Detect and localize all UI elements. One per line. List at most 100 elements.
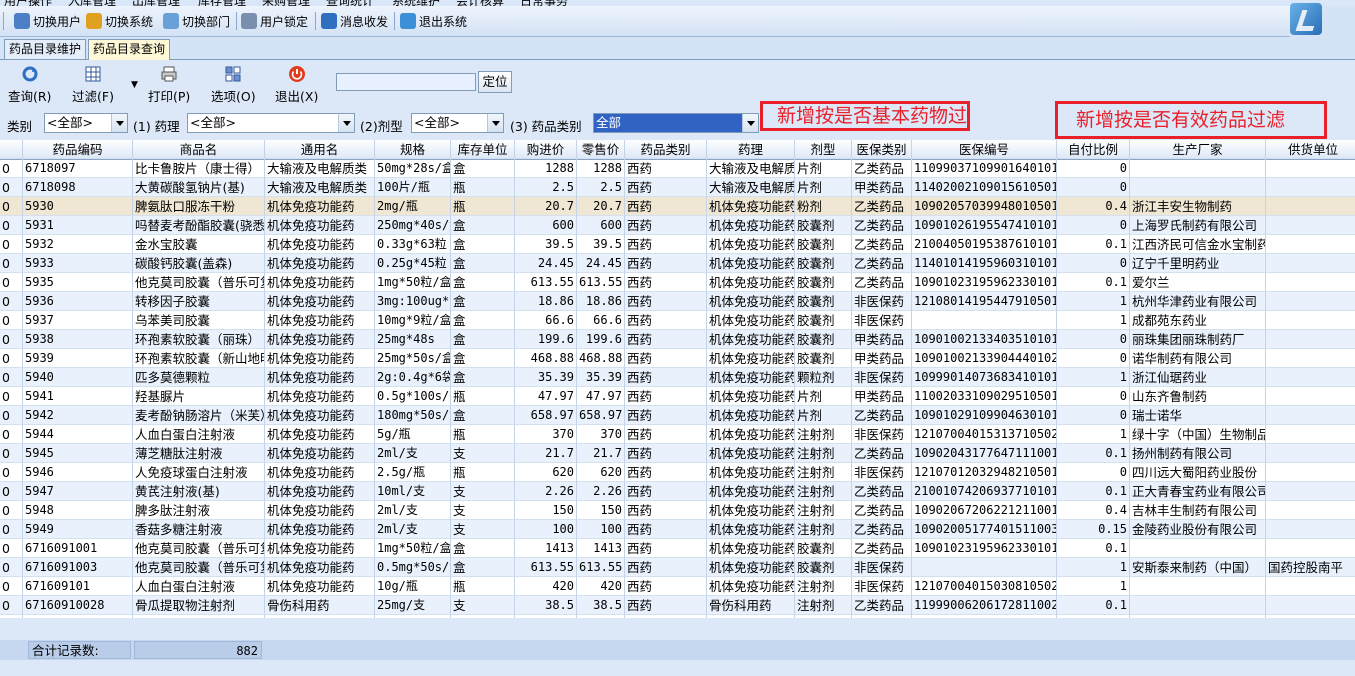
table-cell bbox=[1266, 463, 1355, 482]
column-header[interactable]: 剂型 bbox=[795, 140, 852, 159]
toolbar-button[interactable]: 切换系统 bbox=[86, 11, 153, 31]
table-row[interactable]: 0 6718097 比卡鲁胺片（康士得） 大输液及电解质类 50mg*28s/盒盒 128… bbox=[0, 159, 1355, 178]
column-header[interactable]: 生产厂家 bbox=[1130, 140, 1266, 159]
table-cell: 0 bbox=[0, 596, 23, 615]
table-cell: 613.55 bbox=[515, 558, 577, 577]
table-row[interactable]: 05942麦考酚钠肠溶片（米芙）机体免疫功能药180mg*50s/盒盒658.9… bbox=[0, 406, 1355, 425]
table-cell bbox=[1266, 539, 1355, 558]
table-cell bbox=[1266, 311, 1355, 330]
table-cell: 机体免疫功能药 bbox=[265, 463, 375, 482]
table-row[interactable]: 0 5933 碳酸钙胶囊(盖森) 机体免疫功能药 0.25g*45粒盒 24.45 24.4… bbox=[0, 254, 1355, 273]
column-header[interactable]: 商品名 bbox=[133, 140, 265, 159]
table-row[interactable]: 05935他克莫司胶囊（普乐可复）机体免疫功能药1mg*50粒/盒盒613.55… bbox=[0, 273, 1355, 292]
table-cell: 11002033109029510501 bbox=[912, 387, 1057, 406]
table-cell: 2.26 bbox=[515, 482, 577, 501]
table-cell: 胶囊剂 bbox=[795, 254, 852, 273]
table-cell: 西药 bbox=[625, 159, 707, 178]
table-cell: 西药 bbox=[625, 235, 707, 254]
table-cell: 西药 bbox=[625, 406, 707, 425]
table-cell: 5945 bbox=[23, 444, 133, 463]
table-cell: 35.39 bbox=[577, 368, 625, 387]
table-row[interactable]: 05936转移因子胶囊机体免疫功能药3mg:100ug*24盒18.8618.8… bbox=[0, 292, 1355, 311]
table-row[interactable]: 0 5940 匹多莫德颗粒 机体免疫功能药 2g:0.4g*6袋盒 35.39 35.39 西… bbox=[0, 368, 1355, 387]
user-lock-icon bbox=[241, 13, 257, 29]
column-header[interactable]: 药理 bbox=[707, 140, 795, 159]
table-cell: 机体免疫功能药 bbox=[707, 577, 795, 596]
toolbar-button-label: 切换系统 bbox=[105, 14, 154, 29]
table-row[interactable]: 0 5945 薄芝糖肽注射液 机体免疫功能药 2ml/支支 21.7 21.7 西药 机体免疫功… bbox=[0, 444, 1355, 463]
column-header[interactable]: 通用名 bbox=[265, 140, 375, 159]
table-cell: 0 bbox=[0, 539, 23, 558]
query-button[interactable]: 查询(R) bbox=[8, 65, 51, 105]
table-cell: 12107004015030810502 bbox=[912, 577, 1057, 596]
table-cell: 他克莫司胶囊（普乐可复） bbox=[133, 273, 265, 292]
column-header[interactable]: 库存单位 bbox=[451, 140, 515, 159]
filter-dropdown-arrow-icon[interactable]: ▼ bbox=[131, 80, 138, 90]
table-cell: 机体免疫功能药 bbox=[707, 330, 795, 349]
table-row[interactable]: 0 5948 脾多肽注射液 机体免疫功能药 2ml/支支 150 150 西药 机体免疫功能药注… bbox=[0, 501, 1355, 520]
column-header[interactable]: 药品编码 bbox=[23, 140, 133, 159]
table-row[interactable]: 0 5946 人免疫球蛋白注射液 机体免疫功能药 2.5g/瓶瓶 620 620 西药 机体免疫… bbox=[0, 463, 1355, 482]
table-cell: 丽珠集团丽珠制药厂 bbox=[1130, 330, 1266, 349]
toolbar-button[interactable]: 用户锁定 bbox=[241, 11, 308, 31]
dosage-form-select[interactable]: <全部> bbox=[411, 113, 504, 133]
locate-search-input[interactable] bbox=[336, 73, 476, 91]
table-cell: 1 bbox=[1057, 558, 1130, 577]
table-row[interactable]: 0 671609101 人血白蛋白注射液 机体免疫功能药 10g/瓶瓶 420 420 西药机… bbox=[0, 577, 1355, 596]
drug-catalog-table: 药品编码 商品名 通用名 规格 库存单位 购进价 零售价 药品类别 药理 剂型 医保类别 医保编号 自付… bbox=[0, 140, 1355, 618]
table-cell: 25mg*50s/盒 bbox=[375, 349, 451, 368]
table-cell: 骨伤科用药 bbox=[265, 615, 375, 618]
table-row[interactable]: 0 5930 脾氨肽口服冻干粉 机体免疫功能药 2mg/瓶瓶 20.7 20.7 西药 机体免疫… bbox=[0, 197, 1355, 216]
table-row[interactable]: 06716091003他克莫司胶囊（普乐可复）机体免疫功能药0.5mg*50s/… bbox=[0, 558, 1355, 577]
toolbar-button[interactable]: 切换部门 bbox=[163, 11, 230, 31]
column-header[interactable]: 规格 bbox=[375, 140, 451, 159]
table-row[interactable]: 0 5932 金水宝胶囊 机体免疫功能药 0.33g*63粒盒 39.5 39.5 西药 机体免… bbox=[0, 235, 1355, 254]
table-cell: 10901023195962330101 bbox=[912, 273, 1057, 292]
toolbar-button[interactable]: 切换用户 bbox=[14, 11, 81, 31]
exit-button[interactable]: 退出(X) bbox=[275, 65, 318, 105]
table-row[interactable]: 05931吗替麦考酚酯胶囊(骁悉)机体免疫功能药250mg*40s/盒盒6006… bbox=[0, 216, 1355, 235]
print-button[interactable]: 打印(P) bbox=[148, 65, 190, 105]
table-row[interactable]: 0 5937 乌苯美司胶囊 机体免疫功能药 10mg*9粒/盒盒 66.6 66.6 西药 机体… bbox=[0, 311, 1355, 330]
table-row[interactable]: 0 5944 人血白蛋白注射液 机体免疫功能药 5g/瓶瓶 370 370 西药 机体免疫功能药… bbox=[0, 425, 1355, 444]
column-header[interactable]: 医保编号 bbox=[912, 140, 1057, 159]
table-row[interactable]: 07853020005testdd骨伤科用药1*1支11西药骨伤科用药注射剂非医… bbox=[0, 615, 1355, 618]
table-row[interactable]: 05939环孢素软胶囊（新山地明）机体免疫功能药25mg*50s/盒盒468.8… bbox=[0, 349, 1355, 368]
table-cell: 大黄碳酸氢钠片(基) bbox=[133, 178, 265, 197]
table-row[interactable]: 05941羟基脲片机体免疫功能药0.5g*100s/瓶瓶47.9747.97西药… bbox=[0, 387, 1355, 406]
column-header[interactable]: 零售价 bbox=[577, 140, 625, 159]
drug-type-select[interactable]: 全部 bbox=[593, 113, 759, 133]
table-cell: 西药 bbox=[625, 254, 707, 273]
table-row[interactable]: 0 67160910028 骨瓜提取物注射剂 骨伤科用药 25mg/支支 38.5 38.5… bbox=[0, 596, 1355, 615]
table-cell: 机体免疫功能药 bbox=[707, 387, 795, 406]
table-cell bbox=[1266, 330, 1355, 349]
table-cell: 0 bbox=[1057, 216, 1130, 235]
toolbar-button[interactable]: 退出系统 bbox=[400, 11, 467, 31]
table-cell: 机体免疫功能药 bbox=[265, 520, 375, 539]
column-header[interactable]: 医保类别 bbox=[852, 140, 912, 159]
table-row[interactable]: 06716091001他克莫司胶囊（普乐可复）机体免疫功能药1mg*50粒/盒盒… bbox=[0, 539, 1355, 558]
table-cell: 羟基脲片 bbox=[133, 387, 265, 406]
table-row[interactable]: 0 5938 环孢素软胶囊（丽珠） 机体免疫功能药 25mg*48s 盒 199.6 199.… bbox=[0, 330, 1355, 349]
table-row[interactable]: 0 5947 黄芪注射液(基) 机体免疫功能药 10ml/支支 2.26 2.26 西药 机体免… bbox=[0, 482, 1355, 501]
pharmacology-select[interactable]: <全部> bbox=[187, 113, 355, 133]
column-header[interactable]: 购进价 bbox=[515, 140, 577, 159]
table-row[interactable]: 0 6718098 大黄碳酸氢钠片(基) 大输液及电解质类 100片/瓶瓶 2.5 2.5 西… bbox=[0, 178, 1355, 197]
filter-button[interactable]: 过滤(F) bbox=[72, 65, 114, 105]
column-header[interactable]: 自付比例 bbox=[1057, 140, 1130, 159]
table-cell: 35.39 bbox=[515, 368, 577, 387]
table-cell: 1413 bbox=[515, 539, 577, 558]
table-cell: 转移因子胶囊 bbox=[133, 292, 265, 311]
tab-drug-catalog-query[interactable]: 药品目录查询 bbox=[88, 39, 171, 60]
column-header[interactable] bbox=[0, 140, 23, 159]
category-select[interactable]: <全部> bbox=[44, 113, 128, 133]
column-header[interactable]: 供货单位 bbox=[1266, 140, 1355, 159]
options-button[interactable]: 选项(O) bbox=[211, 65, 256, 105]
tab-drug-catalog-maintenance[interactable]: 药品目录维护 bbox=[4, 39, 87, 59]
table-cell: 支 bbox=[451, 501, 515, 520]
toolbar-button[interactable]: 消息收发 bbox=[321, 11, 388, 31]
table-cell: 支 bbox=[451, 596, 515, 615]
table-row[interactable]: 0 5949 香菇多糖注射液 机体免疫功能药 2ml/支支 100 100 西药 机体免疫功能药… bbox=[0, 520, 1355, 539]
locate-button[interactable]: 定位 bbox=[478, 71, 512, 93]
column-header[interactable]: 药品类别 bbox=[625, 140, 707, 159]
